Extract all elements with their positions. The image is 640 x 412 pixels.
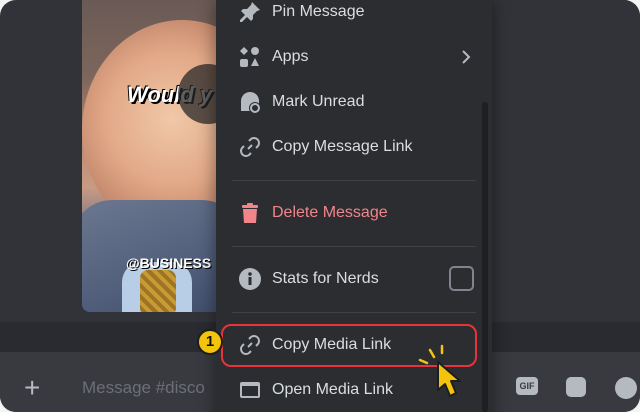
gif-button[interactable]: GIF [516,377,538,395]
menu-item-apps[interactable]: Apps [224,37,482,77]
menu-separator [232,180,476,181]
mark-unread-icon [241,92,261,114]
stats-checkbox[interactable] [449,266,474,291]
apps-icon [240,47,259,67]
menu-item-label: Open Media Link [272,381,393,398]
pin-icon [240,2,260,22]
chevron-right-icon [462,50,471,64]
info-icon [239,268,261,290]
video-thumbnail[interactable]: Would y @BUSINESS [82,0,224,312]
menu-item-stats-for-nerds[interactable]: Stats for Nerds [224,259,482,299]
menu-item-copy-message-link[interactable]: Copy Message Link [224,127,482,167]
video-handle: @BUSINESS [126,255,212,271]
menu-item-label: Stats for Nerds [272,270,379,287]
pointer-cursor-icon [418,344,461,397]
menu-scrollbar[interactable] [482,102,488,412]
menu-item-label: Delete Message [272,204,388,221]
emoji-icon[interactable] [615,377,637,399]
trash-icon [242,203,258,223]
menu-item-pin-message[interactable]: Pin Message [224,0,482,32]
menu-item-label: Mark Unread [272,93,365,110]
sticker-icon[interactable] [566,377,586,397]
chat-background [492,0,640,322]
menu-separator [232,246,476,247]
message-input[interactable]: Message #disco [82,378,205,398]
menu-item-mark-unread[interactable]: Mark Unread [224,82,482,122]
menu-item-label: Apps [272,48,309,65]
step-badge: 1 [197,329,223,355]
menu-item-label: Copy Message Link [272,138,413,155]
video-tie [140,270,176,312]
menu-item-label: Pin Message [272,3,365,20]
add-attachment-icon[interactable]: + [24,374,40,402]
menu-item-delete-message[interactable]: Delete Message [224,193,482,233]
window-icon [240,382,260,398]
link-icon [240,137,260,157]
menu-separator [232,312,476,313]
app-window: Would y @BUSINESS + Message #disco GIF P… [0,0,640,412]
